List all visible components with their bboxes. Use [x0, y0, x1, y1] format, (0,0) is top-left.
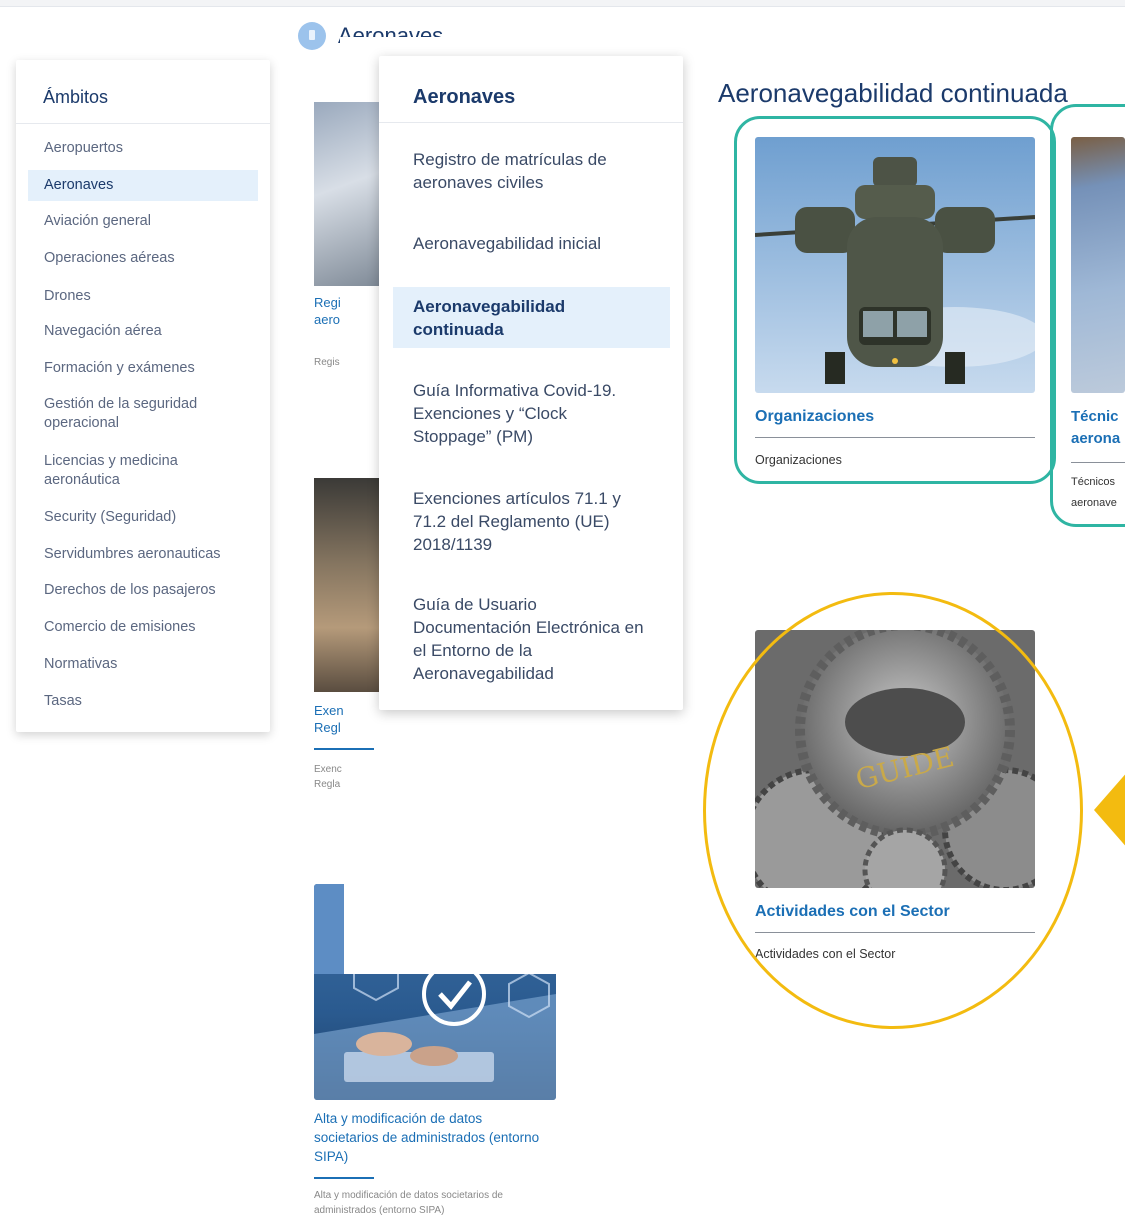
ambitos-item-licencias-medicina[interactable]: Licencias y medicina aeronáutica [28, 452, 218, 490]
bookmark-icon [298, 22, 326, 50]
page-title: Aeronavegabilidad continuada [718, 78, 1068, 108]
card-image-registro[interactable] [314, 102, 384, 286]
submenu-item-registro-matriculas[interactable]: Registro de matrículas de aeronaves civi… [393, 148, 670, 194]
ambitos-item-operaciones-aereas[interactable]: Operaciones aéreas [28, 249, 258, 268]
card-rule-alta [314, 1177, 374, 1179]
aeronaves-submenu-title: Aeronaves [413, 86, 516, 108]
card-title-alta[interactable]: Alta y modificación de datos societarios… [314, 1109, 544, 1166]
ambitos-item-drones[interactable]: Drones [28, 287, 258, 306]
ambitos-item-aeronaves[interactable]: Aeronaves [28, 170, 258, 201]
card-rule-exenciones [314, 748, 374, 750]
ambitos-title: Ámbitos [43, 87, 109, 107]
ambitos-item-formacion-examenes[interactable]: Formación y exámenes [28, 359, 258, 378]
aeronaves-submenu: Aeronaves Registro de matrículas de aero… [379, 56, 683, 710]
aeronaves-submenu-divider [379, 122, 683, 123]
ambitos-item-tasas[interactable]: Tasas [28, 692, 258, 711]
card-title-registro-line2[interactable]: aero [314, 311, 340, 328]
highlight-organizaciones [734, 116, 1056, 484]
ambitos-item-gestion-seguridad[interactable]: Gestión de la seguridad operacional [28, 395, 228, 433]
submenu-item-guia-usuario[interactable]: Guía de Usuario Documentación Electrónic… [393, 593, 670, 685]
submenu-item-exenciones[interactable]: Exenciones artículos 71.1 y 71.2 del Reg… [393, 487, 670, 556]
ambitos-item-comercio-emisiones[interactable]: Comercio de emisiones [28, 618, 258, 637]
pointer-arrow-icon [1094, 770, 1125, 850]
ambitos-panel: Ámbitos Aeropuertos Aeronaves Aviación g… [16, 60, 270, 732]
submenu-item-aeronavegabilidad-continuada[interactable]: Aeronavegabilidad continuada [393, 287, 670, 348]
card-title-exenciones-line2[interactable]: Regl [314, 719, 341, 736]
card-image-exenciones[interactable] [314, 478, 384, 692]
ambitos-item-servidumbres[interactable]: Servidumbres aeronauticas [28, 545, 258, 564]
submenu-item-guia-covid[interactable]: Guía Informativa Covid-19. Exenciones y … [393, 379, 670, 448]
card-desc-registro: Regis [314, 357, 340, 368]
highlight-tecnicos [1050, 104, 1125, 527]
card-desc-exenciones-line2: Regla [314, 779, 341, 790]
card-title-registro-line1[interactable]: Regi [314, 294, 341, 311]
ambitos-item-normativas[interactable]: Normativas [28, 655, 258, 674]
submenu-item-aeronavegabilidad-inicial[interactable]: Aeronavegabilidad inicial [393, 232, 670, 255]
highlight-actividades [703, 592, 1083, 1029]
ambitos-item-security[interactable]: Security (Seguridad) [28, 508, 258, 527]
ambitos-item-aeropuertos[interactable]: Aeropuertos [28, 139, 258, 158]
card-title-exenciones-line1[interactable]: Exen [314, 702, 344, 719]
breadcrumb-occlusion [340, 37, 460, 51]
ambitos-item-navegacion-aerea[interactable]: Navegación aérea [28, 322, 258, 341]
ambitos-divider [16, 123, 270, 124]
card-desc-alta: Alta y modificación de datos societarios… [314, 1190, 503, 1216]
ambitos-item-derechos-pasajeros[interactable]: Derechos de los pasajeros [28, 581, 258, 600]
card-desc-exenciones-line1: Exenc [314, 764, 342, 775]
ambitos-item-aviacion-general[interactable]: Aviación general [28, 212, 258, 231]
top-border [0, 0, 1125, 7]
